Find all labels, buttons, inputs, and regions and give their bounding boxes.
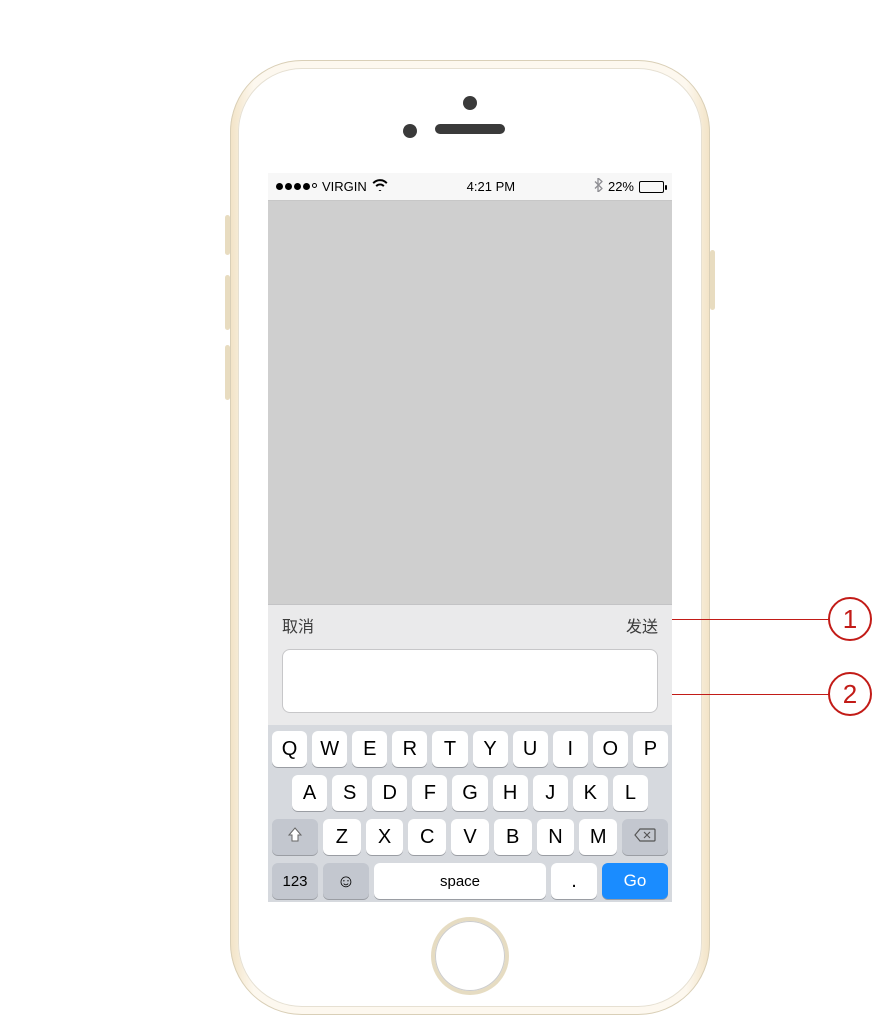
battery-icon xyxy=(639,181,664,193)
key-mode-123[interactable]: 123 xyxy=(272,863,318,899)
side-button-vol-down xyxy=(225,345,230,400)
side-button-vol-up xyxy=(225,275,230,330)
key-j[interactable]: J xyxy=(533,775,568,811)
key-h[interactable]: H xyxy=(493,775,528,811)
phone-frame: VIRGIN 4:21 PM 22% xyxy=(230,60,710,1015)
key-i[interactable]: I xyxy=(553,731,588,767)
key-x[interactable]: X xyxy=(366,819,404,855)
key-dot[interactable]: . xyxy=(551,863,597,899)
key-go[interactable]: Go xyxy=(602,863,668,899)
earpiece-icon xyxy=(435,124,505,134)
shift-icon xyxy=(286,826,304,849)
key-w[interactable]: W xyxy=(312,731,347,767)
key-v[interactable]: V xyxy=(451,819,489,855)
key-d[interactable]: D xyxy=(372,775,407,811)
compose-input[interactable] xyxy=(282,649,658,713)
clock-label: 4:21 PM xyxy=(467,179,515,194)
callout-line-2 xyxy=(672,694,830,695)
key-l[interactable]: L xyxy=(613,775,648,811)
bluetooth-icon xyxy=(594,178,603,195)
screen: VIRGIN 4:21 PM 22% xyxy=(268,173,672,902)
emoji-icon: ☺ xyxy=(337,871,355,892)
phone-bezel: VIRGIN 4:21 PM 22% xyxy=(238,68,702,1007)
key-e[interactable]: E xyxy=(352,731,387,767)
side-button-power xyxy=(710,250,715,310)
sensor-icon xyxy=(403,124,417,138)
key-c[interactable]: C xyxy=(408,819,446,855)
cancel-button[interactable]: 取消 xyxy=(282,613,314,637)
key-p[interactable]: P xyxy=(633,731,668,767)
signal-dots-icon xyxy=(276,183,317,190)
keyboard-row-2: A S D F G H J K L xyxy=(272,775,668,811)
key-y[interactable]: Y xyxy=(473,731,508,767)
carrier-label: VIRGIN xyxy=(322,179,367,194)
key-emoji[interactable]: ☺ xyxy=(323,863,369,899)
wifi-icon xyxy=(372,179,388,194)
key-backspace[interactable] xyxy=(622,819,668,855)
key-u[interactable]: U xyxy=(513,731,548,767)
key-t[interactable]: T xyxy=(432,731,467,767)
key-shift[interactable] xyxy=(272,819,318,855)
front-camera-icon xyxy=(463,96,477,110)
keyboard-row-4: 123 ☺ space . Go xyxy=(272,863,668,899)
key-z[interactable]: Z xyxy=(323,819,361,855)
callout-line-1 xyxy=(672,619,830,620)
keyboard: Q W E R T Y U I O P A S D F G H xyxy=(268,725,672,902)
key-m[interactable]: M xyxy=(579,819,617,855)
home-button[interactable] xyxy=(435,921,505,991)
key-f[interactable]: F xyxy=(412,775,447,811)
key-k[interactable]: K xyxy=(573,775,608,811)
callout-badge-2: 2 xyxy=(828,672,872,716)
status-bar: VIRGIN 4:21 PM 22% xyxy=(268,173,672,201)
keyboard-row-3: Z X C V B N M xyxy=(272,819,668,855)
keyboard-row-1: Q W E R T Y U I O P xyxy=(272,731,668,767)
key-space[interactable]: space xyxy=(374,863,546,899)
key-g[interactable]: G xyxy=(452,775,487,811)
compose-panel: 取消 发送 xyxy=(268,604,672,725)
key-a[interactable]: A xyxy=(292,775,327,811)
backspace-icon xyxy=(634,828,656,847)
key-r[interactable]: R xyxy=(392,731,427,767)
key-q[interactable]: Q xyxy=(272,731,307,767)
key-n[interactable]: N xyxy=(537,819,575,855)
battery-pct-label: 22% xyxy=(608,179,634,194)
key-o[interactable]: O xyxy=(593,731,628,767)
side-button-mute xyxy=(225,215,230,255)
key-s[interactable]: S xyxy=(332,775,367,811)
send-button[interactable]: 发送 xyxy=(626,613,658,637)
callout-badge-1: 1 xyxy=(828,597,872,641)
key-b[interactable]: B xyxy=(494,819,532,855)
